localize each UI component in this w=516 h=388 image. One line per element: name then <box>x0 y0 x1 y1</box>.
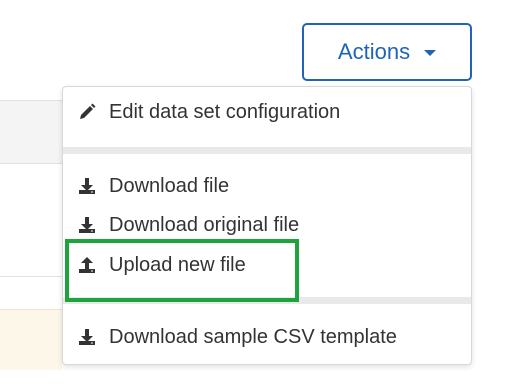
pencil-icon <box>77 102 97 122</box>
menu-item-label: Upload new file <box>109 253 246 276</box>
download-icon <box>77 215 97 235</box>
menu-item-label: Download sample CSV template <box>109 325 397 348</box>
menu-item-label: Edit data set configuration <box>109 100 341 123</box>
table-header-row <box>0 100 62 164</box>
menu-item-edit-configuration[interactable]: Edit data set configuration <box>63 95 471 129</box>
chevron-down-icon <box>424 50 437 56</box>
menu-divider <box>63 297 471 304</box>
table-row-separator <box>0 276 62 277</box>
table-row-highlighted <box>0 309 62 370</box>
actions-dropdown-menu: Edit data set configuration Download fil… <box>62 86 472 365</box>
upload-icon <box>77 255 97 275</box>
actions-button-label: Actions <box>337 39 411 64</box>
menu-divider <box>63 147 471 154</box>
menu-item-label: Download file <box>109 174 230 197</box>
menu-item-download-file[interactable]: Download file <box>63 169 471 203</box>
download-icon <box>77 327 97 347</box>
menu-item-download-sample-csv[interactable]: Download sample CSV template <box>63 320 471 354</box>
actions-button[interactable]: Actions <box>302 23 472 81</box>
menu-item-download-original-file[interactable]: Download original file <box>63 208 471 242</box>
menu-item-upload-new-file[interactable]: Upload new file <box>63 248 471 282</box>
download-icon <box>77 176 97 196</box>
menu-item-label: Download original file <box>109 213 300 236</box>
